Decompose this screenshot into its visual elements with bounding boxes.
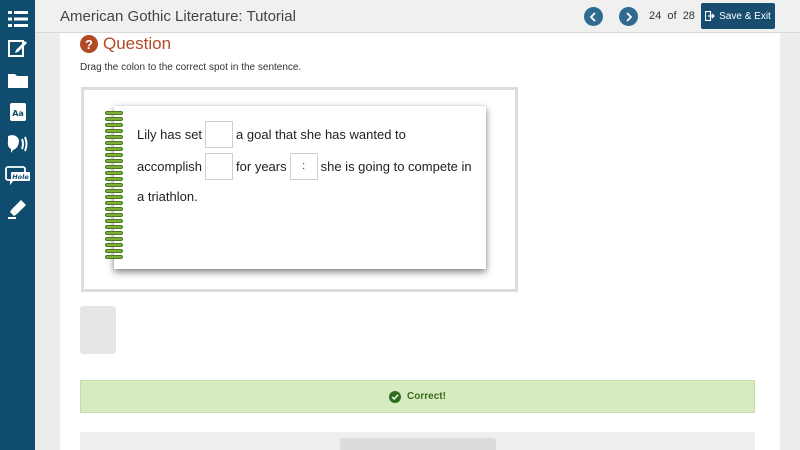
edit-notes-icon[interactable] [4, 35, 31, 61]
drop-slot-3-colon[interactable]: : [289, 153, 318, 180]
text-to-speech-icon[interactable] [4, 131, 31, 157]
line-2-text-middle: for years [236, 159, 287, 174]
page-title: American Gothic Literature: Tutorial [60, 8, 296, 25]
check-icon [389, 390, 402, 403]
bottom-bar [80, 432, 755, 450]
sentence-line-1: Lily has set a goal that she has wanted … [137, 121, 406, 148]
line-3-text: a triathlon. [137, 189, 198, 204]
hole-icon-label: Hole [12, 173, 29, 181]
spiral-binding [105, 111, 125, 264]
bottom-action-button[interactable] [340, 438, 496, 450]
page-counter: 24 of 28 [649, 10, 695, 22]
question-panel: ? Question Drag the colon to the correct… [60, 33, 780, 450]
previous-button[interactable] [584, 7, 603, 26]
question-mark-icon: ? [80, 35, 98, 53]
drop-slot-2[interactable] [205, 153, 234, 180]
question-heading: Question [103, 34, 172, 53]
top-bar: American Gothic Literature: Tutorial 24 … [35, 0, 800, 33]
sentence-line-2: accomplish for years : she is going to c… [137, 153, 472, 180]
feedback-banner: Correct! [80, 380, 755, 413]
notepad: Lily has set a goal that she has wanted … [114, 106, 486, 269]
page-current: 24 [649, 10, 662, 22]
sentence-frame: Lily has set a goal that she has wanted … [81, 87, 518, 292]
page-total: 28 [682, 10, 695, 22]
list-icon[interactable] [4, 6, 31, 32]
svg-text:Aa: Aa [12, 109, 24, 118]
line-2-text-after: she is going to compete in [320, 159, 472, 174]
left-toolbar: Aa Hole [0, 0, 35, 450]
exit-icon [705, 11, 716, 21]
highlighter-icon[interactable] [4, 196, 31, 222]
sentence-line-3: a triathlon. [137, 189, 198, 204]
answer-tray[interactable] [80, 306, 116, 354]
next-button[interactable] [619, 7, 638, 26]
question-header: ? Question [80, 34, 171, 54]
line-1-text-before: Lily has set [137, 127, 203, 142]
save-and-exit-label: Save & Exit [719, 10, 771, 22]
dictionary-icon[interactable]: Aa [4, 99, 31, 125]
line-2-text-before: accomplish [137, 159, 203, 174]
folder-icon[interactable] [4, 67, 31, 93]
feedback-text: Correct! [407, 391, 446, 402]
chevron-right-icon [626, 11, 633, 22]
page-of-label: of [667, 10, 677, 22]
chevron-left-icon [589, 11, 596, 22]
hole-icon[interactable]: Hole [4, 163, 31, 189]
drop-slot-1[interactable] [205, 121, 234, 148]
line-1-text-after: a goal that she has wanted to [236, 127, 406, 142]
save-and-exit-button[interactable]: Save & Exit [701, 3, 775, 29]
question-prompt: Drag the colon to the correct spot in th… [80, 62, 302, 73]
